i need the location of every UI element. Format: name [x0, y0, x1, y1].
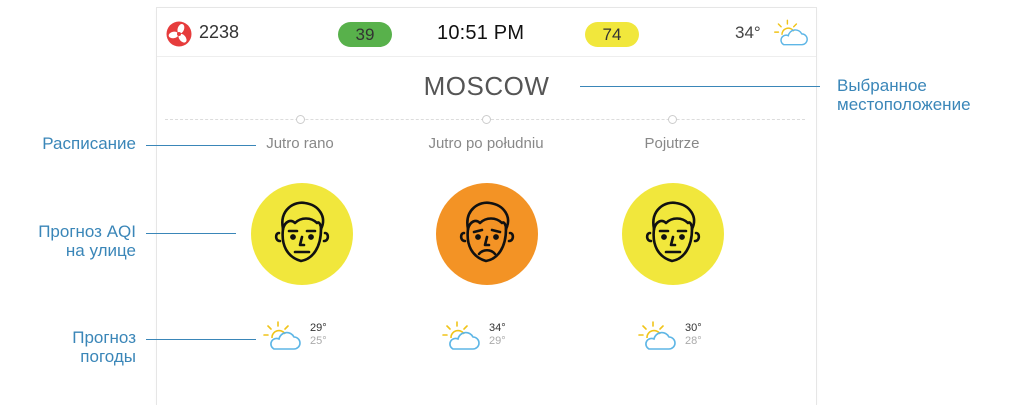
aqi-indoor-badge[interactable]: 39: [338, 22, 392, 47]
fan-icon[interactable]: [166, 21, 192, 47]
status-bar: 2238 39 10:51 PM 74 34°: [157, 8, 816, 57]
timeline-dot: [482, 115, 491, 124]
aqi-forecast-circle[interactable]: [622, 183, 724, 285]
annotation-aqi-forecast: Прогноз AQI на улице: [0, 222, 136, 260]
annotation-text: Прогноз: [72, 328, 136, 347]
timeline-dot: [296, 115, 305, 124]
temp-low: 29°: [489, 335, 506, 347]
clock: 10:51 PM: [437, 22, 525, 44]
temp-high: 34°: [489, 322, 506, 334]
weather-forecast: 30° 28°: [637, 318, 757, 354]
annotation-schedule: Расписание: [42, 134, 136, 153]
annotation-leader-aqi: [146, 233, 236, 234]
annotation-leader-schedule: [146, 145, 256, 146]
annotation-leader-weather: [146, 339, 256, 340]
temp-low: 28°: [685, 335, 702, 347]
annotation-selected-location: Выбранное местоположение: [837, 76, 971, 114]
schedule-label[interactable]: Jutro po południu: [391, 135, 581, 152]
device-screen: 2238 39 10:51 PM 74 34° MOSCOW Jutro ran…: [157, 8, 816, 405]
annotation-leader-location: [580, 86, 820, 87]
current-temperature: 34°: [735, 23, 761, 42]
annotation-text: погоды: [80, 347, 136, 366]
partly-cloudy-icon: [774, 19, 808, 46]
temp-low: 25°: [310, 335, 327, 347]
partly-cloudy-icon: [638, 321, 676, 350]
annotation-text: на улице: [65, 241, 136, 260]
schedule-label[interactable]: Jutro rano: [205, 135, 395, 152]
aqi-forecast-circle[interactable]: [436, 183, 538, 285]
annotation-text: местоположение: [837, 95, 971, 114]
aqi-forecast-circle[interactable]: [251, 183, 353, 285]
temp-high: 30°: [685, 322, 702, 334]
sad-face-icon: [459, 201, 515, 263]
temp-high: 29°: [310, 322, 327, 334]
partly-cloudy-icon: [263, 321, 301, 350]
aqi-outdoor-badge[interactable]: 74: [585, 22, 639, 47]
fan-count: 2238: [199, 22, 240, 42]
partly-cloudy-icon: [442, 321, 480, 350]
weather-forecast: 34° 29°: [441, 318, 561, 354]
neutral-face-icon: [645, 201, 701, 263]
schedule-label[interactable]: Pojutrze: [577, 135, 767, 152]
annotation-text: Прогноз AQI: [38, 222, 136, 241]
timeline-dot: [668, 115, 677, 124]
annotation-weather-forecast: Прогноз погоды: [0, 328, 136, 366]
annotation-text: Выбранное: [837, 76, 927, 95]
neutral-face-icon: [274, 201, 330, 263]
weather-forecast: 29° 25°: [262, 318, 382, 354]
